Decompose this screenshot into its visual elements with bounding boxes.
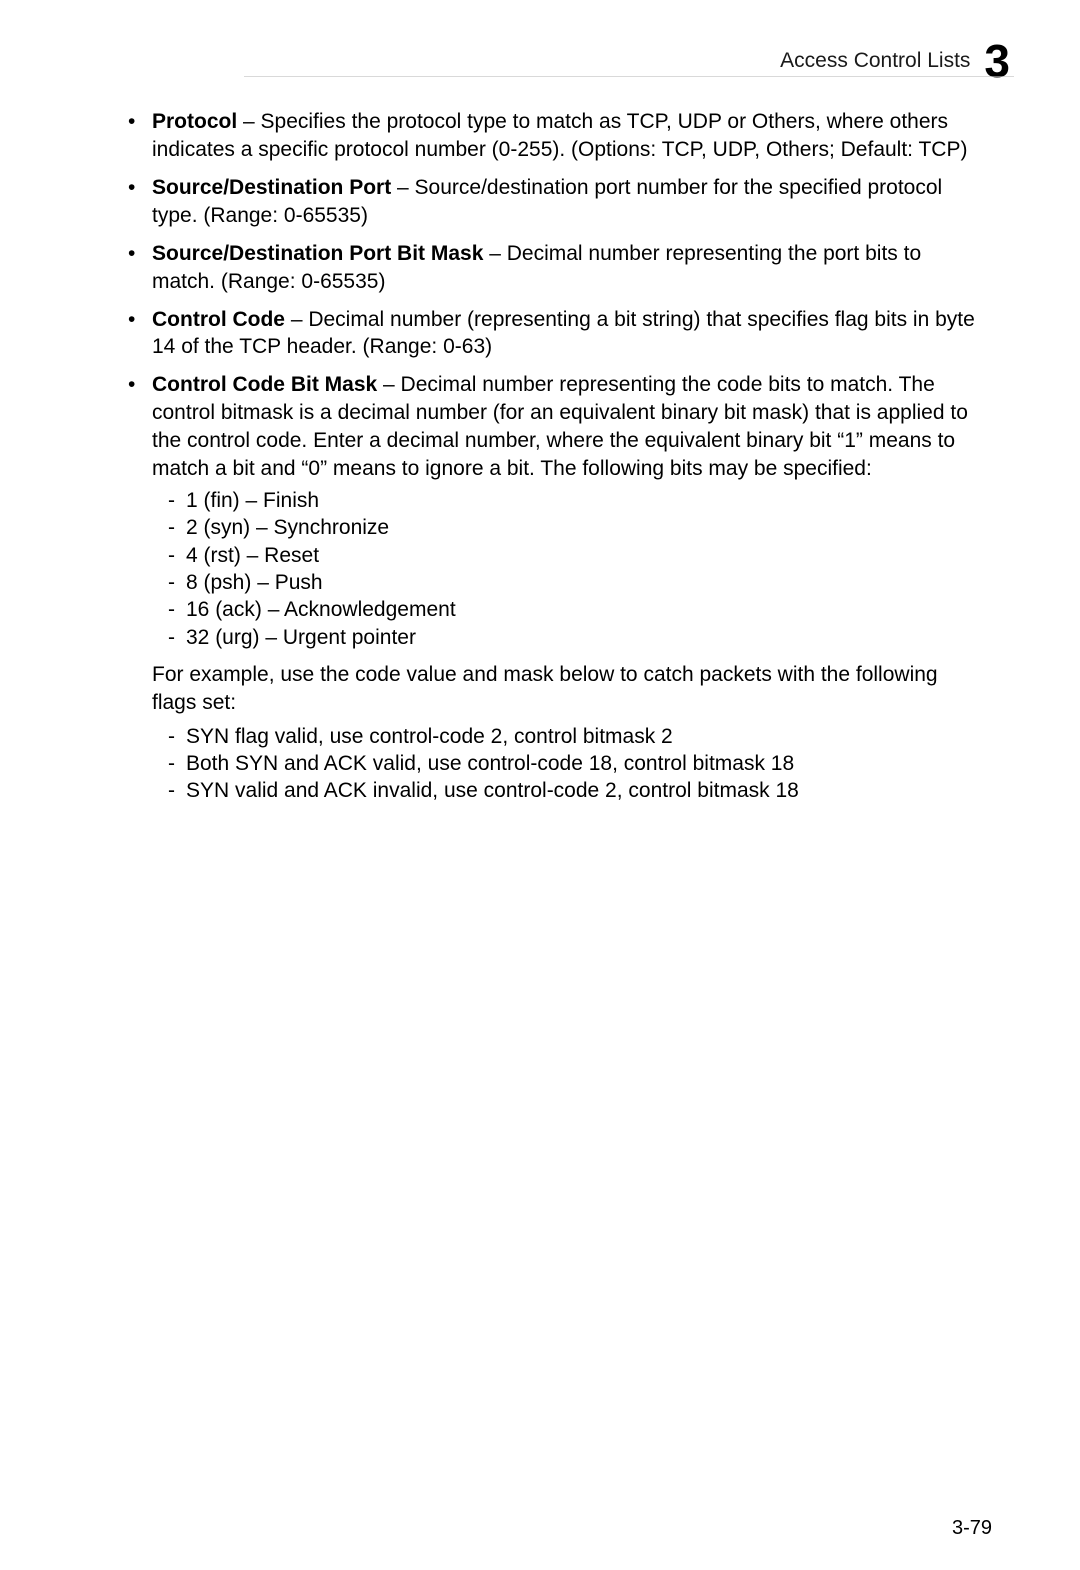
bullet-item: Control Code Bit Mask – Decimal number r… (108, 371, 978, 804)
examples-list: SYN flag valid, use control-code 2, cont… (152, 723, 978, 805)
page-content: Protocol – Specifies the protocol type t… (108, 108, 978, 815)
bullet-item: Protocol – Specifies the protocol type t… (108, 108, 978, 164)
bullet-term: Source/Destination Port Bit Mask (152, 242, 483, 265)
bullet-term: Source/Destination Port (152, 176, 391, 199)
list-item: 2 (syn) – Synchronize (152, 514, 978, 541)
list-item: 16 (ack) – Acknowledgement (152, 596, 978, 623)
chapter-number: 3 (984, 38, 1010, 84)
list-item: 4 (rst) – Reset (152, 542, 978, 569)
list-item: SYN valid and ACK invalid, use control-c… (152, 777, 978, 804)
bullet-term: Control Code Bit Mask (152, 373, 377, 396)
list-item: 8 (psh) – Push (152, 569, 978, 596)
bullet-item: Source/Destination Port – Source/destina… (108, 174, 978, 230)
bullet-list: Protocol – Specifies the protocol type t… (108, 108, 978, 805)
page-header: Access Control Lists 3 (780, 38, 1010, 84)
bullet-term: Protocol (152, 110, 237, 133)
list-item: SYN flag valid, use control-code 2, cont… (152, 723, 978, 750)
example-intro: For example, use the code value and mask… (152, 661, 978, 717)
bullet-item: Source/Destination Port Bit Mask – Decim… (108, 240, 978, 296)
header-rule (244, 76, 1014, 77)
bits-list: 1 (fin) – Finish 2 (syn) – Synchronize 4… (152, 487, 978, 651)
header-title: Access Control Lists (780, 49, 970, 73)
page-number: 3-79 (952, 1517, 992, 1540)
list-item: Both SYN and ACK valid, use control-code… (152, 750, 978, 777)
bullet-term: Control Code (152, 308, 285, 331)
bullet-desc: – Specifies the protocol type to match a… (152, 110, 967, 161)
list-item: 32 (urg) – Urgent pointer (152, 624, 978, 651)
list-item: 1 (fin) – Finish (152, 487, 978, 514)
bullet-item: Control Code – Decimal number (represent… (108, 306, 978, 362)
